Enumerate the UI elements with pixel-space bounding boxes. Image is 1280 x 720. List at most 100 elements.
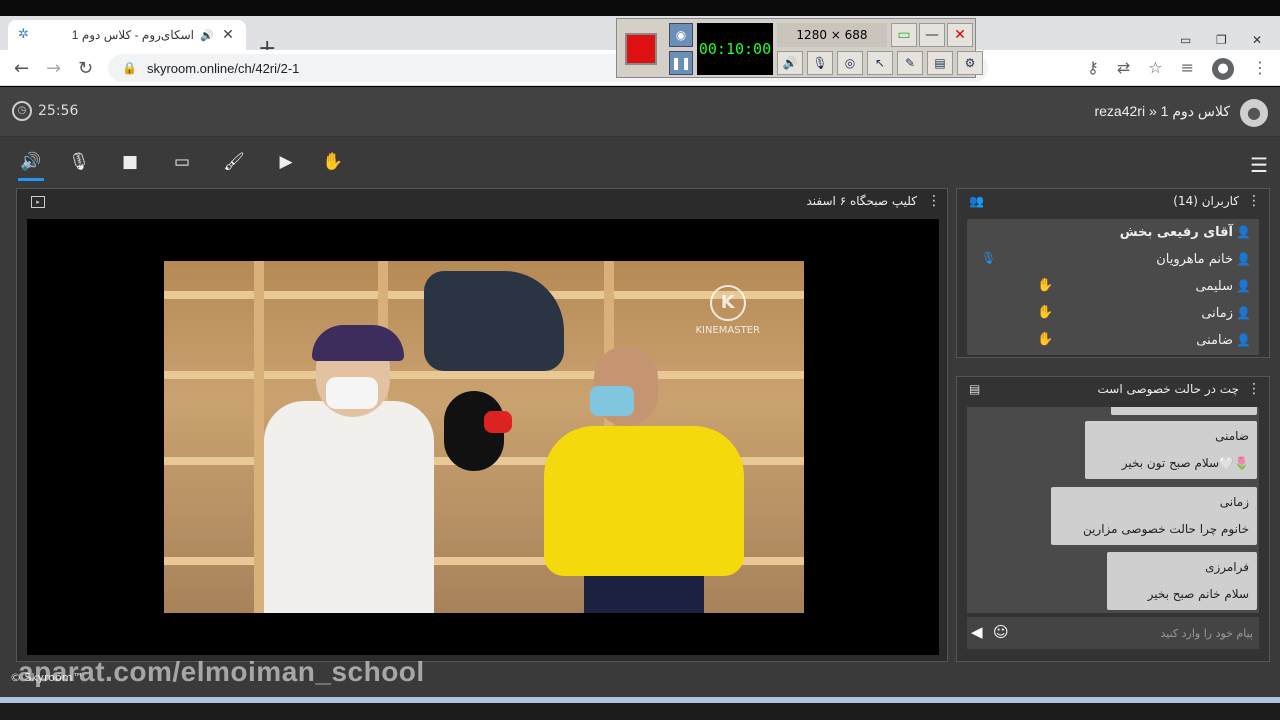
video-frame: K KINEMASTER (164, 261, 804, 613)
pause-icon[interactable]: ❚❚ (669, 51, 693, 75)
chat-message: ضامنی سلام صبح تون بخیر🤍🌷 (1085, 421, 1257, 479)
chat-message-partial (1111, 407, 1257, 415)
message-sender: ضامنی (1215, 429, 1249, 443)
forward-icon[interactable]: → (46, 58, 61, 79)
users-menu-icon[interactable]: ⋮ (1247, 193, 1261, 209)
speaker-icon[interactable]: 🔊 (777, 51, 803, 75)
person-right (544, 346, 744, 613)
window-top-bar (0, 0, 1280, 16)
reload-icon[interactable]: ↻ (78, 58, 93, 79)
chat-input-bar: ◀ ☺ (967, 617, 1259, 649)
user-icon: 👤 (1236, 306, 1251, 320)
recorder-close-icon[interactable]: ✕ (947, 23, 973, 47)
folder-icon[interactable]: ▤ (927, 51, 953, 75)
camera-toggle-icon[interactable]: ■ (117, 151, 143, 173)
send-icon[interactable]: ◀ (971, 623, 983, 641)
emoji-icon[interactable]: ☺ (993, 623, 1009, 641)
app-header: ◷ 25:56 reza42ri » کلاس دوم 1 ● (0, 87, 1280, 137)
user-row[interactable]: 🎙 👤 خانم ماهرویان (967, 246, 1259, 273)
user-icon: 👤 (1236, 333, 1251, 347)
users-panel: 👥 کاربران (14) ⋮ 👤 آقای رفیعی بخش 🎙 👤 خا… (956, 188, 1270, 358)
message-text: خانوم چرا حالت خصوصی مزارین (1082, 522, 1249, 536)
user-list: 👤 آقای رفیعی بخش 🎙 👤 خانم ماهرویان ✋ 👤 س… (967, 219, 1259, 355)
mic-off-icon[interactable]: 🎙 (66, 151, 92, 173)
aparat-watermark: aparat.com/elmoiman_school (18, 656, 425, 687)
room-title: reza42ri » کلاس دوم 1 (1094, 103, 1230, 119)
minimize-icon[interactable]: ▭ (1180, 34, 1196, 46)
chat-menu-icon[interactable]: ⋮ (1247, 381, 1261, 397)
user-row[interactable]: ✋ 👤 سلیمی (967, 273, 1259, 300)
cursor-icon[interactable]: ↖ (867, 51, 893, 75)
person-left (264, 325, 434, 613)
close-window-icon[interactable]: ✕ (1252, 34, 1268, 46)
star-icon[interactable]: ☆ (1148, 58, 1162, 80)
record-stop-button[interactable] (625, 33, 657, 65)
yellow-shirt (544, 426, 744, 576)
hand-raised-icon: ✋ (1037, 278, 1054, 293)
message-sender: زمانی (1219, 495, 1249, 509)
recorder-minimize-icon[interactable]: — (919, 23, 945, 47)
speaker-toggle-icon[interactable]: 🔊 (18, 151, 44, 181)
user-account-icon[interactable]: ● (1240, 99, 1268, 127)
restore-icon[interactable]: ❐ (1216, 34, 1232, 46)
white-sweater (264, 401, 434, 613)
user-row[interactable]: ✋ 👤 ضامنی (967, 327, 1259, 354)
settings-icon[interactable]: ⚙ (957, 51, 983, 75)
taskbar (0, 697, 1280, 720)
back-icon[interactable]: ← (14, 58, 29, 79)
chat-icon: ▤ (969, 382, 981, 396)
presenter-icon: 👤 (1236, 225, 1251, 239)
shelf-post (254, 261, 264, 613)
browser-tab[interactable]: ✲ اسکای‌روم - کلاس دوم 1 🔊 ✕ (8, 20, 246, 50)
webcam-icon[interactable]: ◎ (837, 51, 863, 75)
user-name: سلیمی (1195, 279, 1233, 294)
user-name: ضامنی (1196, 333, 1233, 348)
mic-active-icon: 🎙 (981, 251, 997, 265)
media-player-icon[interactable]: ▶ (273, 151, 299, 173)
stage-header: ▸ کلیپ صبحگاه ۶ اسفند ⋮ (17, 189, 947, 217)
raise-hand-icon[interactable]: ✋ (320, 151, 346, 173)
camera-icon[interactable]: ◉ (669, 23, 693, 47)
reading-list-icon[interactable]: ≡ (1181, 58, 1194, 80)
user-name: زمانی (1201, 306, 1233, 321)
fullscreen-icon[interactable]: ▸ (31, 196, 45, 208)
chat-message: زمانی خانوم چرا حالت خصوصی مزارین (1051, 487, 1257, 545)
browser-menu-icon[interactable]: ⋮ (1252, 58, 1268, 80)
timer-value: 25:56 (38, 103, 79, 119)
chat-messages: ضامنی سلام صبح تون بخیر🤍🌷 زمانی خانوم چر… (967, 407, 1259, 613)
clock-icon: ◷ (12, 101, 32, 121)
tab-close-icon[interactable]: ✕ (220, 27, 236, 43)
chat-header: ▤ چت در حالت خصوصی است ⋮ (957, 377, 1269, 403)
user-name: آقای رفیعی بخش (1119, 225, 1233, 240)
profile-icon[interactable]: ● (1212, 58, 1234, 80)
hand-raised-icon: ✋ (1037, 305, 1054, 320)
hand-raised-icon: ✋ (1037, 332, 1054, 347)
purple-cap (312, 325, 404, 361)
user-row[interactable]: ✋ 👤 زمانی (967, 300, 1259, 327)
tab-title: اسکای‌روم - کلاس دوم 1 (71, 28, 194, 42)
tab-audio-icon[interactable]: 🔊 (200, 29, 214, 42)
hamburger-menu-icon[interactable]: ☰ (1250, 153, 1268, 177)
region-icon[interactable]: ▭ (891, 23, 917, 47)
message-sender: فرامرزی (1205, 560, 1249, 574)
user-name: خانم ماهرویان (1156, 252, 1233, 267)
users-header: 👥 کاربران (14) ⋮ (957, 189, 1269, 215)
key-icon[interactable]: ⚷ (1087, 58, 1099, 80)
video-area[interactable]: K KINEMASTER (27, 219, 939, 655)
taskbar-strip (0, 697, 1280, 703)
message-text: سلام صبح تون بخیر🤍🌷 (1121, 456, 1249, 470)
users-title: کاربران (14) (1173, 194, 1239, 208)
stage-menu-icon[interactable]: ⋮ (927, 193, 941, 209)
recorder-tools: 🔊 🎙 ◎ ↖ ✎ ▤ ⚙ (777, 51, 983, 75)
pen-icon[interactable]: ✎ (897, 51, 923, 75)
whiteboard-icon[interactable]: 🖌 (221, 151, 247, 173)
hanging-clothes (424, 271, 564, 371)
translate-icon[interactable]: ⇄ (1117, 58, 1130, 80)
user-icon: 👤 (1236, 279, 1251, 293)
microphone-icon[interactable]: 🎙 (807, 51, 833, 75)
screen-recorder-widget: ◉ ❚❚ 00:10:00 1280 × 688 ▭ — ✕ 🔊 🎙 ◎ ↖ ✎… (616, 18, 983, 78)
face-mask (326, 377, 378, 409)
chat-input[interactable] (1013, 621, 1253, 645)
user-row[interactable]: 👤 آقای رفیعی بخش (967, 219, 1259, 246)
screen-share-icon[interactable]: ▭ (169, 151, 195, 173)
